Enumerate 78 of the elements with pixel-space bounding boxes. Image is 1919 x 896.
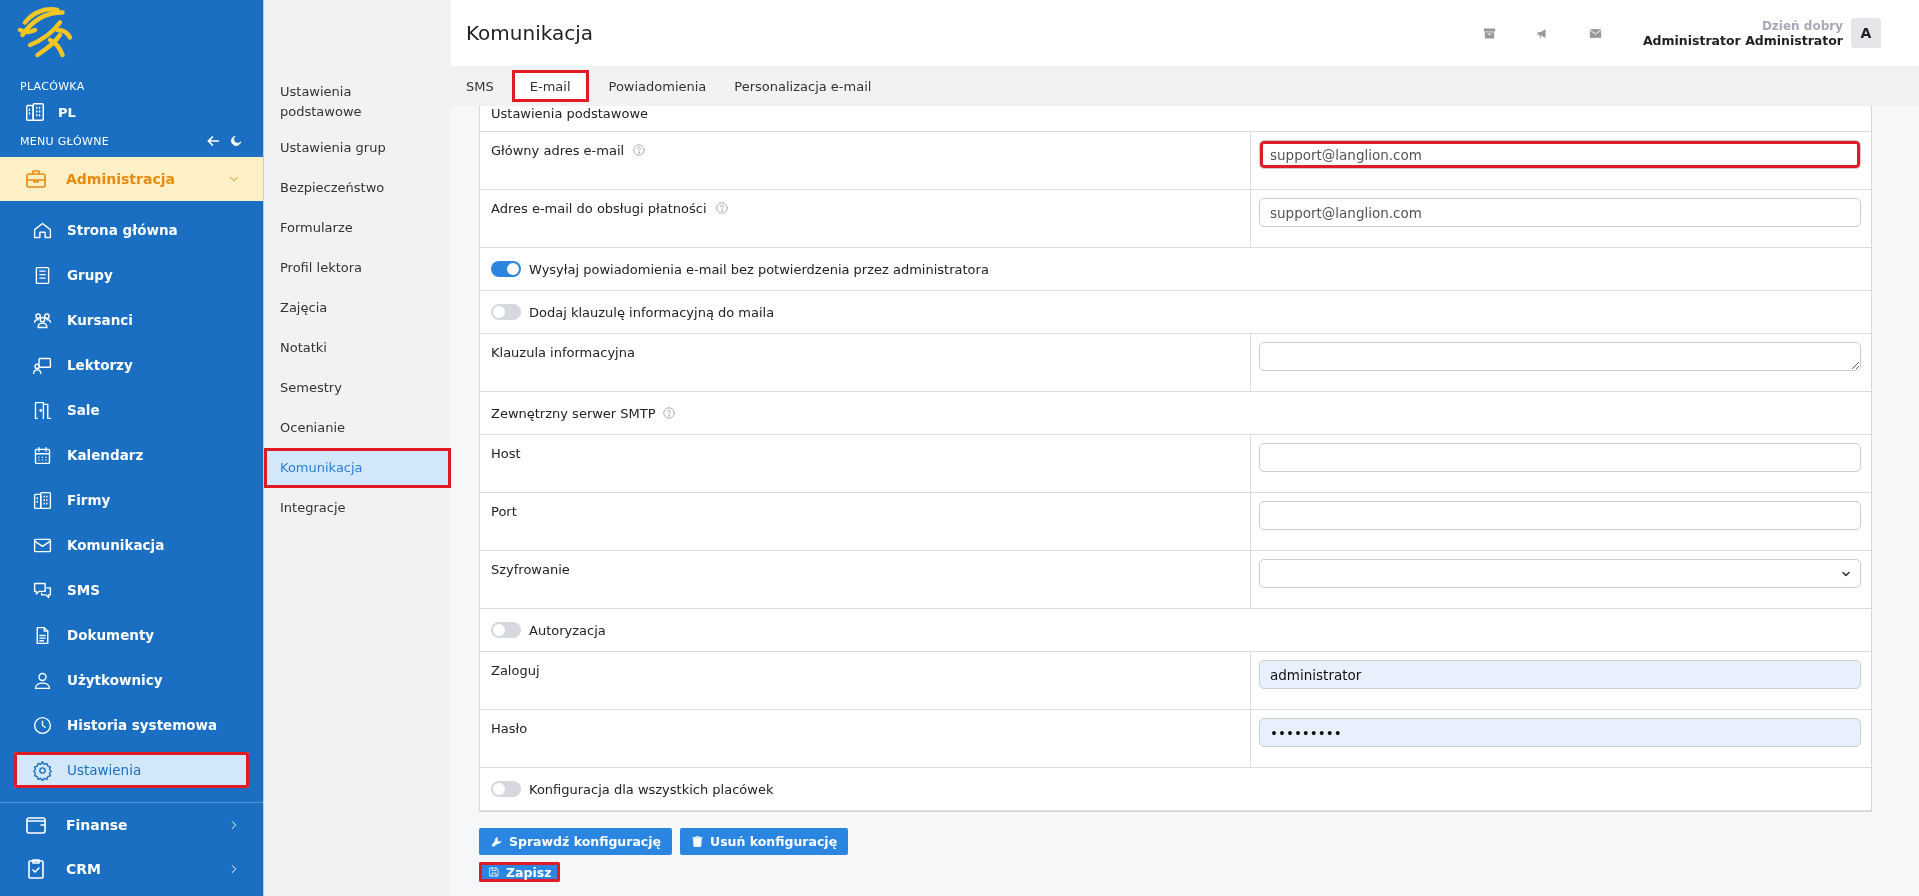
menu-item[interactable]: Ustawienia: [14, 752, 249, 788]
field-label: Szyfrowanie: [491, 562, 570, 577]
door-icon: [32, 399, 53, 421]
menu-group[interactable]: CRM: [0, 847, 263, 891]
settings-nav-item[interactable]: Ustawienia grup: [264, 128, 451, 168]
settings-nav-item[interactable]: Ocenianie: [264, 408, 451, 448]
action-button[interactable]: Sprawdź konfigurację: [479, 828, 673, 855]
branch-name[interactable]: PL: [58, 104, 76, 120]
toggle-switch[interactable]: [491, 261, 521, 277]
settings-nav-item[interactable]: Bezpieczeństwo: [264, 168, 451, 208]
action-button[interactable]: Usuń konfigurację: [680, 828, 849, 855]
menu-item[interactable]: SMS: [14, 572, 249, 608]
toggle-switch[interactable]: [491, 781, 521, 797]
field-label: Klauzula informacyjna: [491, 345, 635, 360]
page-title: Komunikacja: [466, 21, 595, 45]
settings-nav-item[interactable]: Zajęcia: [264, 288, 451, 328]
menu-item[interactable]: Strona główna: [14, 212, 249, 248]
menu-item[interactable]: Komunikacja: [14, 527, 249, 563]
arrow-left-icon[interactable]: [205, 133, 221, 149]
building-icon: [32, 489, 53, 511]
input-field[interactable]: •••••••••: [1259, 718, 1861, 747]
building-icon: [24, 101, 46, 123]
briefcase-icon: [24, 167, 48, 191]
input-field[interactable]: support@langlion.com: [1259, 198, 1861, 227]
save-icon: [488, 866, 500, 878]
settings-nav-item[interactable]: Semestry: [264, 368, 451, 408]
section-title: Zewnętrzny serwer SMTP: [491, 405, 656, 421]
toggle-switch[interactable]: [491, 304, 521, 320]
section-label: MENU GŁÓWNE: [20, 134, 109, 148]
menu-item[interactable]: Kursanci: [14, 302, 249, 338]
field-label: Główny adres e-mail: [491, 143, 625, 158]
menu-item[interactable]: Kalendarz: [14, 437, 249, 473]
menu-item[interactable]: Grupy: [14, 257, 249, 293]
settings-nav-item[interactable]: Formularze: [264, 208, 451, 248]
select-field[interactable]: [1259, 559, 1861, 588]
settings-icon: [32, 759, 53, 781]
avatar[interactable]: A: [1851, 18, 1881, 48]
toggle-label: Dodaj klauzulę informacyjną do maila: [529, 304, 775, 320]
field-label: Adres e-mail do obsługi płatności: [491, 201, 707, 216]
text-area[interactable]: [1259, 342, 1861, 371]
settings-nav-item[interactable]: Notatki: [264, 328, 451, 368]
menu-item[interactable]: Historia systemowa: [14, 707, 249, 743]
moon-icon[interactable]: [229, 134, 243, 148]
settings-nav-item[interactable]: Komunikacja: [264, 448, 451, 488]
toggle-label: Konfiguracja dla wszystkich placówek: [529, 781, 774, 797]
input-field[interactable]: [1259, 501, 1861, 530]
section-label: PLACÓWKA: [19, 79, 86, 93]
clock-icon: [32, 714, 53, 736]
wrench-icon: [490, 835, 503, 848]
input-field[interactable]: [1259, 443, 1861, 472]
menu-item[interactable]: Firmy: [14, 482, 249, 518]
section-title: Ustawienia podstawowe: [491, 106, 649, 121]
tab[interactable]: SMS: [466, 66, 504, 106]
save-button[interactable]: Zapisz: [479, 862, 561, 882]
tab[interactable]: E-mail: [511, 70, 589, 102]
settings-nav-item[interactable]: Integracje: [264, 488, 451, 528]
settings-nav-item[interactable]: Ustawienia podstawowe: [264, 76, 451, 128]
field-label: Host: [491, 446, 521, 461]
calendar-icon: [32, 444, 53, 466]
toggle-switch[interactable]: [491, 622, 521, 638]
menu-item[interactable]: Lektorzy: [14, 347, 249, 383]
input-field[interactable]: administrator: [1259, 660, 1861, 689]
field-label: Port: [491, 504, 517, 519]
menu-item[interactable]: Dokumenty: [14, 617, 249, 653]
tab[interactable]: Powiadomienia: [598, 66, 717, 106]
toggle-label: Autoryzacja: [529, 622, 606, 638]
menu-item[interactable]: Użytkownicy: [14, 662, 249, 698]
user-name: Administrator Administrator: [1642, 32, 1843, 48]
field-label: Zaloguj: [491, 663, 540, 678]
trash-icon: [691, 835, 705, 848]
menu-group[interactable]: Finanse: [0, 803, 263, 847]
tab[interactable]: Personalizacja e-mail: [724, 66, 882, 106]
settings-nav-item[interactable]: Profil lektora: [264, 248, 451, 288]
input-field[interactable]: support@langlion.com: [1259, 140, 1861, 169]
toggle-label: Wysyłaj powiadomienia e-mail bez potwierdzenia przez administratora: [529, 261, 989, 277]
greeting-text: Dzień dobry: [1761, 18, 1843, 33]
menu-item[interactable]: Sale: [14, 392, 249, 428]
field-label: Hasło: [491, 721, 528, 736]
